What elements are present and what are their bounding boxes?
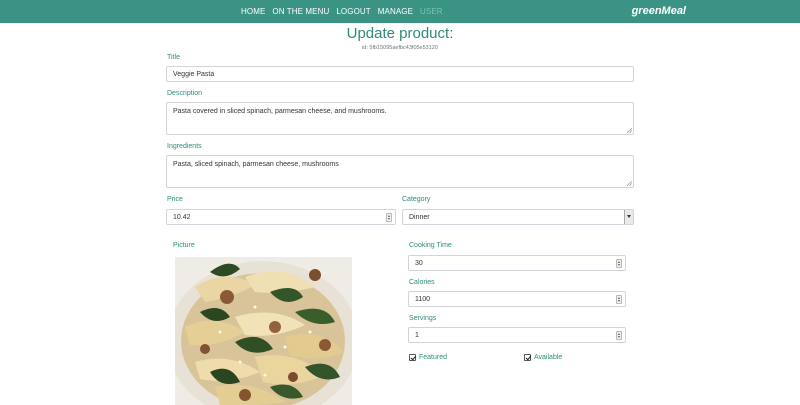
calories-input[interactable]: 1100	[408, 291, 626, 307]
ingredients-label: Ingredients	[167, 143, 202, 150]
checkbox-checked-icon[interactable]	[524, 354, 531, 361]
calories-label: Calories	[409, 279, 435, 286]
description-label: Description	[167, 90, 203, 97]
featured-checkbox[interactable]: Featured	[409, 354, 447, 361]
servings-spinner-icon[interactable]	[616, 331, 622, 340]
ingredients-textarea-value: Pasta, sliced spinach, parmesan cheese, …	[173, 161, 339, 168]
cooking-time-label: Cooking Time	[409, 242, 452, 249]
ingredients-textarea[interactable]: Pasta, sliced spinach, parmesan cheese, …	[166, 155, 634, 188]
available-checkbox[interactable]: Available	[524, 354, 562, 361]
category-label: Category	[402, 196, 431, 203]
description-textarea[interactable]: Pasta covered in sliced spinach, parmesa…	[166, 102, 634, 135]
nav-user-link[interactable]: USER	[420, 7, 443, 16]
product-id: id: 5fb15095aefbc43f05e53120	[362, 45, 438, 51]
featured-label: Featured	[419, 354, 448, 361]
category-select-value: Dinner	[409, 213, 430, 221]
available-label: Available	[534, 354, 563, 361]
brand-logo[interactable]: greenMeal	[632, 5, 686, 17]
title-input[interactable]: Veggie Pasta	[166, 66, 634, 82]
calories-input-value: 1100	[415, 295, 431, 303]
description-textarea-value: Pasta covered in sliced spinach, parmesa…	[173, 108, 387, 115]
resize-grip-icon[interactable]	[627, 128, 632, 133]
nav-home-link[interactable]: HOME	[241, 7, 265, 16]
picture-label: Picture	[173, 242, 195, 249]
page-title: Update product:	[346, 25, 454, 42]
cooking-time-spinner-icon[interactable]	[616, 259, 622, 268]
title-label: Title	[167, 54, 180, 61]
servings-input[interactable]: 1	[408, 327, 626, 343]
checkbox-checked-icon[interactable]	[409, 354, 416, 361]
price-input[interactable]: 10.42	[166, 209, 396, 225]
nav-manage-link[interactable]: MANAGE	[378, 7, 413, 16]
top-navbar: HOME ON THE MENU LOGOUT MANAGE USER gree…	[0, 0, 800, 23]
servings-label: Servings	[409, 315, 437, 322]
product-picture[interactable]	[175, 257, 352, 405]
cooking-time-input[interactable]: 30	[408, 255, 626, 271]
servings-input-value: 1	[415, 331, 419, 339]
price-label: Price	[167, 196, 183, 203]
cooking-time-input-value: 30	[415, 259, 423, 267]
resize-grip-icon[interactable]	[627, 181, 632, 186]
calories-spinner-icon[interactable]	[616, 295, 622, 304]
chevron-down-icon[interactable]	[624, 210, 633, 224]
category-select[interactable]: Dinner	[402, 209, 634, 225]
nav-on-the-menu-link[interactable]: ON THE MENU	[272, 7, 329, 16]
price-input-value: 10.42	[173, 213, 191, 221]
nav-links: HOME ON THE MENU LOGOUT MANAGE USER	[241, 0, 450, 23]
title-input-value: Veggie Pasta	[173, 70, 215, 78]
price-spinner-icon[interactable]	[386, 213, 392, 222]
nav-logout-link[interactable]: LOGOUT	[336, 7, 370, 16]
pasta-image	[175, 257, 352, 405]
